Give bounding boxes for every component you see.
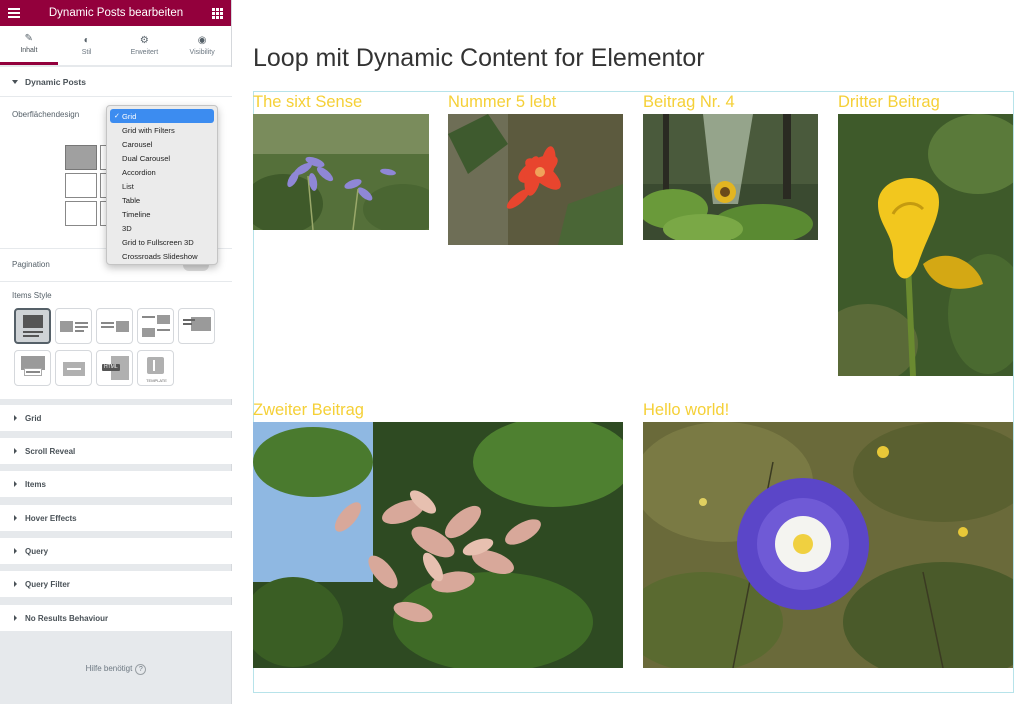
- items-style-html[interactable]: HTML: [96, 350, 133, 386]
- section-grid[interactable]: Grid: [0, 405, 232, 431]
- post-title[interactable]: The sixt Sense: [253, 93, 362, 112]
- post-image-morning-glory[interactable]: [643, 422, 1013, 668]
- tab-visibility[interactable]: ◉ Visibility: [173, 26, 231, 65]
- items-style-default[interactable]: [14, 308, 51, 344]
- items-style-right-image[interactable]: [96, 308, 133, 344]
- section-title: Dynamic Posts: [25, 76, 86, 87]
- post-image-sunflower-forest[interactable]: [643, 114, 818, 240]
- caret-right-icon: [14, 448, 17, 454]
- page-preview: Loop mit Dynamic Content for Elementor T…: [232, 0, 1024, 704]
- skin-preview-cell: [65, 145, 97, 170]
- editor-tabs: ✎ Inhalt ◐ Stil ⚙ Erweitert ◉ Visibility: [0, 26, 231, 66]
- section-label: Items: [25, 479, 46, 489]
- option-label: Grid: [122, 111, 137, 121]
- items-style-label: Items Style: [12, 291, 52, 300]
- section-label: Scroll Reveal: [25, 446, 76, 456]
- editor-topbar: Dynamic Posts bearbeiten: [0, 0, 231, 26]
- section-label: Grid: [25, 413, 42, 423]
- dropdown-option[interactable]: Dual Carousel: [107, 151, 217, 165]
- dropdown-option-grid[interactable]: ✓ Grid: [110, 109, 214, 123]
- section-label: No Results Behaviour: [25, 613, 109, 623]
- dropdown-option[interactable]: List: [107, 179, 217, 193]
- skin-label: Oberflächendesign: [12, 110, 80, 119]
- items-style-card[interactable]: [14, 350, 51, 386]
- section-no-results-behaviour[interactable]: No Results Behaviour: [0, 605, 232, 631]
- hamburger-menu-icon[interactable]: [8, 8, 20, 18]
- dropdown-option[interactable]: Timeline: [107, 207, 217, 221]
- caret-right-icon: [14, 481, 17, 487]
- section-header-dynamic-posts[interactable]: Dynamic Posts: [0, 67, 232, 96]
- post-image-maple-seeds[interactable]: [253, 422, 623, 668]
- post-image-cactus-flower[interactable]: [448, 114, 623, 245]
- items-style-alternate[interactable]: [137, 308, 174, 344]
- items-style-overlay[interactable]: [178, 308, 215, 344]
- help-text: Hilfe benötigt: [85, 664, 133, 673]
- divider: [0, 96, 232, 97]
- dropdown-option[interactable]: Table: [107, 193, 217, 207]
- post-title[interactable]: Nummer 5 lebt: [448, 93, 556, 112]
- pagination-label: Pagination: [12, 260, 50, 269]
- tab-label: Erweitert: [130, 48, 159, 56]
- pencil-icon: ✎: [24, 33, 34, 44]
- items-style-template[interactable]: TEMPLATE: [137, 350, 174, 386]
- dropdown-option[interactable]: Grid with Filters: [107, 123, 217, 137]
- tab-stil[interactable]: ◐ Stil: [58, 26, 116, 65]
- divider: [0, 281, 232, 282]
- question-icon: ?: [135, 664, 147, 675]
- items-style-text-only[interactable]: [55, 350, 92, 386]
- editor-title: Dynamic Posts bearbeiten: [48, 7, 184, 19]
- caret-down-icon: [12, 79, 18, 84]
- section-query-filter[interactable]: Query Filter: [0, 571, 232, 597]
- tab-label: Stil: [81, 48, 92, 56]
- dropdown-option[interactable]: Carousel: [107, 137, 217, 151]
- dropdown-option[interactable]: 3D: [107, 221, 217, 235]
- tab-label: Inhalt: [20, 47, 38, 54]
- caret-right-icon: [14, 415, 17, 421]
- tab-erweitert[interactable]: ⚙ Erweitert: [116, 26, 174, 65]
- post-title[interactable]: Hello world!: [643, 401, 729, 420]
- section-label: Query: [25, 546, 49, 556]
- post-title[interactable]: Zweiter Beitrag: [253, 401, 364, 420]
- section-hover-effects[interactable]: Hover Effects: [0, 505, 232, 531]
- page-title: Loop mit Dynamic Content for Elementor: [253, 44, 705, 72]
- html-badge: HTML: [102, 364, 120, 371]
- skin-preview-cell: [65, 173, 97, 198]
- caret-right-icon: [14, 581, 17, 587]
- eye-icon: ◉: [197, 34, 207, 46]
- dropdown-option[interactable]: Grid to Fullscreen 3D: [107, 235, 217, 249]
- template-badge: TEMPLATE: [146, 378, 167, 383]
- dropdown-option[interactable]: Crossroads Slideshow: [107, 249, 217, 263]
- skin-dropdown-list[interactable]: ✓ Grid Grid with Filters Carousel Dual Ca…: [106, 105, 218, 265]
- help-link[interactable]: Hilfe benötigt?: [0, 664, 232, 675]
- widgets-grid-icon[interactable]: [211, 7, 223, 19]
- post-image-agapanthus[interactable]: [253, 114, 429, 230]
- caret-right-icon: [14, 615, 17, 621]
- post-title[interactable]: Dritter Beitrag: [838, 93, 940, 112]
- section-label: Hover Effects: [25, 513, 77, 523]
- caret-right-icon: [14, 515, 17, 521]
- check-icon: ✓: [114, 113, 120, 120]
- dropdown-option[interactable]: Accordion: [107, 165, 217, 179]
- tab-label: Visibility: [189, 48, 215, 56]
- post-image-calla-lily[interactable]: [838, 114, 1013, 376]
- items-style-left-image[interactable]: [55, 308, 92, 344]
- section-query[interactable]: Query: [0, 538, 232, 564]
- section-label: Query Filter: [25, 579, 70, 589]
- section-items[interactable]: Items: [0, 471, 232, 497]
- tab-inhalt[interactable]: ✎ Inhalt: [0, 26, 58, 65]
- gear-icon: ⚙: [139, 34, 149, 46]
- post-title[interactable]: Beitrag Nr. 4: [643, 93, 735, 112]
- skin-preview-cell: [65, 201, 97, 226]
- caret-right-icon: [14, 548, 17, 554]
- section-scroll-reveal[interactable]: Scroll Reveal: [0, 438, 232, 464]
- contrast-icon: ◐: [83, 34, 90, 46]
